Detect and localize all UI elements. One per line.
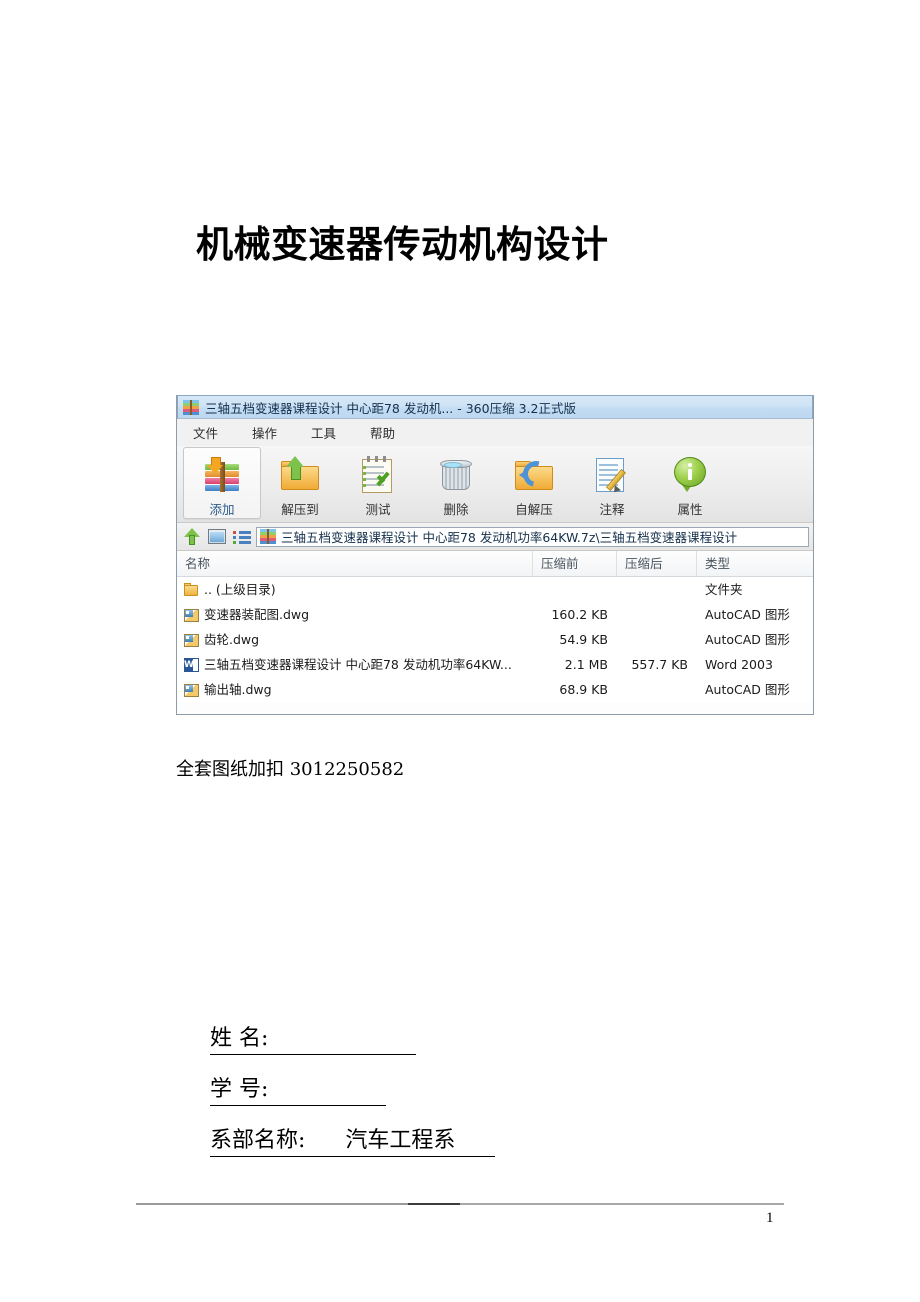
addressbar: 三轴五档变速器课程设计 中心距78 发动机功率64KW.7z\三轴五档变速器课程… — [177, 523, 813, 551]
size-before-cell — [533, 577, 617, 602]
contact-note: 全套图纸加扣 3012250582 — [176, 759, 405, 780]
menu-item-file[interactable]: 文件 — [193, 423, 218, 442]
size-before-cell: 2.1 MB — [564, 657, 608, 672]
form-value-student-id[interactable] — [268, 1103, 387, 1106]
toolbar-label-test: 测试 — [365, 502, 391, 517]
form-label-name: 姓 名: — [210, 1020, 269, 1055]
document-page: 机械变速器传动机构设计 三轴五档变速器课程设计 中心距78 发动机... - 3… — [0, 0, 920, 1302]
toolbar-label-properties: 属性 — [677, 502, 703, 517]
zip-archive-window: 三轴五档变速器课程设计 中心距78 发动机... - 360压缩 3.2正式版 … — [176, 395, 814, 715]
toolbar-label-delete: 删除 — [443, 502, 469, 517]
comment-icon — [591, 454, 633, 495]
toolbar-label-comment: 注释 — [599, 502, 625, 517]
file-type-cell: AutoCAD 图形 — [705, 682, 790, 697]
toolbar-button-delete[interactable]: 删除 — [417, 447, 495, 519]
form-row-name: 姓 名: — [210, 1020, 495, 1055]
dwg-icon — [183, 632, 200, 648]
menu-item-help[interactable]: 帮助 — [370, 423, 395, 442]
column-header-size-after[interactable]: 压缩后 — [617, 551, 697, 576]
dwg-icon — [183, 682, 200, 698]
address-path-text: 三轴五档变速器课程设计 中心距78 发动机功率64KW.7z\三轴五档变速器课程… — [281, 530, 738, 545]
size-before-cell: 160.2 KB — [551, 607, 608, 622]
toolbar-label-add: 添加 — [209, 502, 235, 517]
size-after-cell — [617, 677, 697, 702]
page-title: 机械变速器传动机构设计 — [196, 222, 609, 266]
self-extract-icon — [513, 454, 555, 494]
column-header-name[interactable]: 名称 — [177, 551, 533, 576]
window-title-text: 三轴五档变速器课程设计 中心距78 发动机... - 360压缩 3.2正式版 — [205, 400, 576, 416]
folder-icon — [183, 582, 200, 598]
form-label-department: 系部名称: — [210, 1122, 306, 1157]
table-row[interactable]: 输出轴.dwg 68.9 KB AutoCAD 图形 — [177, 677, 813, 702]
file-type-cell: AutoCAD 图形 — [705, 632, 790, 647]
file-type-cell: AutoCAD 图形 — [705, 607, 790, 622]
menu-item-operation[interactable]: 操作 — [252, 423, 277, 442]
menubar: 文件 操作 工具 帮助 — [177, 419, 813, 446]
form-row-department: 系部名称: 汽车工程系 — [210, 1122, 496, 1157]
file-name-cell[interactable]: .. (上级目录) — [177, 577, 533, 602]
table-row[interactable]: W 三轴五档变速器课程设计 中心距78 发动机功率64KW... 2.1 MB … — [177, 652, 813, 677]
file-name-text: 三轴五档变速器课程设计 中心距78 发动机功率64KW... — [204, 657, 512, 672]
toolbar-button-extract-to[interactable]: 解压到 — [261, 447, 339, 519]
extract-to-icon — [279, 454, 321, 494]
form-label-student-id: 学 号: — [210, 1071, 269, 1106]
word-doc-icon: W — [183, 657, 200, 673]
file-name-text: 变速器装配图.dwg — [204, 607, 310, 622]
size-before-cell: 54.9 KB — [559, 632, 608, 647]
properties-icon — [669, 454, 711, 494]
file-list: .. (上级目录) 文件夹 变速器装配图.dwg 160.2 KB AutoCA… — [177, 577, 813, 702]
table-row[interactable]: 齿轮.dwg 54.9 KB AutoCAD 图形 — [177, 627, 813, 652]
cover-form: 姓 名: 学 号: 系部名称: 汽车工程系 — [210, 1020, 496, 1173]
column-header-size-before[interactable]: 压缩前 — [533, 551, 617, 576]
footer-page-number: 1 — [766, 1210, 774, 1226]
footer-divider — [136, 1203, 784, 1205]
table-row[interactable]: 变速器装配图.dwg 160.2 KB AutoCAD 图形 — [177, 602, 813, 627]
toolbar-label-self-extract: 自解压 — [515, 502, 553, 517]
form-value-name[interactable] — [268, 1052, 417, 1055]
form-value-department[interactable]: 汽车工程系 — [305, 1122, 496, 1157]
file-name-text: 齿轮.dwg — [204, 632, 260, 647]
add-to-archive-icon — [201, 454, 243, 494]
size-after-cell — [617, 602, 697, 627]
size-after-cell: 557.7 KB — [631, 657, 688, 672]
file-name-cell[interactable]: 输出轴.dwg — [177, 677, 533, 702]
window-view-icon[interactable] — [206, 527, 228, 547]
toolbar-button-comment[interactable]: 注释 — [573, 447, 651, 519]
size-after-cell — [617, 577, 697, 602]
delete-icon — [435, 454, 477, 494]
toolbar-button-self-extract[interactable]: 自解压 — [495, 447, 573, 519]
form-row-student-id: 学 号: — [210, 1071, 495, 1106]
toolbar-button-add[interactable]: 添加 — [183, 447, 261, 519]
file-name-text: .. (上级目录) — [204, 582, 276, 597]
size-before-cell: 68.9 KB — [559, 682, 608, 697]
menu-item-tools[interactable]: 工具 — [311, 423, 336, 442]
file-list-header: 名称 压缩前 压缩后 类型 — [177, 551, 813, 577]
file-name-cell[interactable]: 变速器装配图.dwg — [177, 602, 533, 627]
up-arrow-icon[interactable] — [181, 527, 203, 547]
toolbar-button-test[interactable]: 测试 — [339, 447, 417, 519]
toolbar-button-properties[interactable]: 属性 — [651, 447, 729, 519]
file-name-text: 输出轴.dwg — [204, 682, 272, 697]
file-name-cell[interactable]: 齿轮.dwg — [177, 627, 533, 652]
file-name-cell[interactable]: W 三轴五档变速器课程设计 中心距78 发动机功率64KW... — [177, 652, 533, 677]
archive-icon — [183, 399, 199, 415]
table-row[interactable]: .. (上级目录) 文件夹 — [177, 577, 813, 602]
window-titlebar: 三轴五档变速器课程设计 中心距78 发动机... - 360压缩 3.2正式版 — [177, 395, 813, 419]
toolbar-label-extract-to: 解压到 — [281, 502, 319, 517]
file-type-cell: 文件夹 — [705, 582, 743, 597]
test-archive-icon — [357, 454, 399, 494]
column-header-type[interactable]: 类型 — [697, 551, 813, 576]
dwg-icon — [183, 607, 200, 623]
address-path-field[interactable]: 三轴五档变速器课程设计 中心距78 发动机功率64KW.7z\三轴五档变速器课程… — [256, 526, 809, 547]
size-after-cell — [617, 627, 697, 652]
archive-icon — [260, 529, 276, 544]
toolbar: 添加 解压到 测试 删除 自解压 注释 属性 — [177, 446, 813, 523]
list-view-icon[interactable] — [231, 527, 253, 547]
file-type-cell: Word 2003 — [705, 657, 773, 672]
